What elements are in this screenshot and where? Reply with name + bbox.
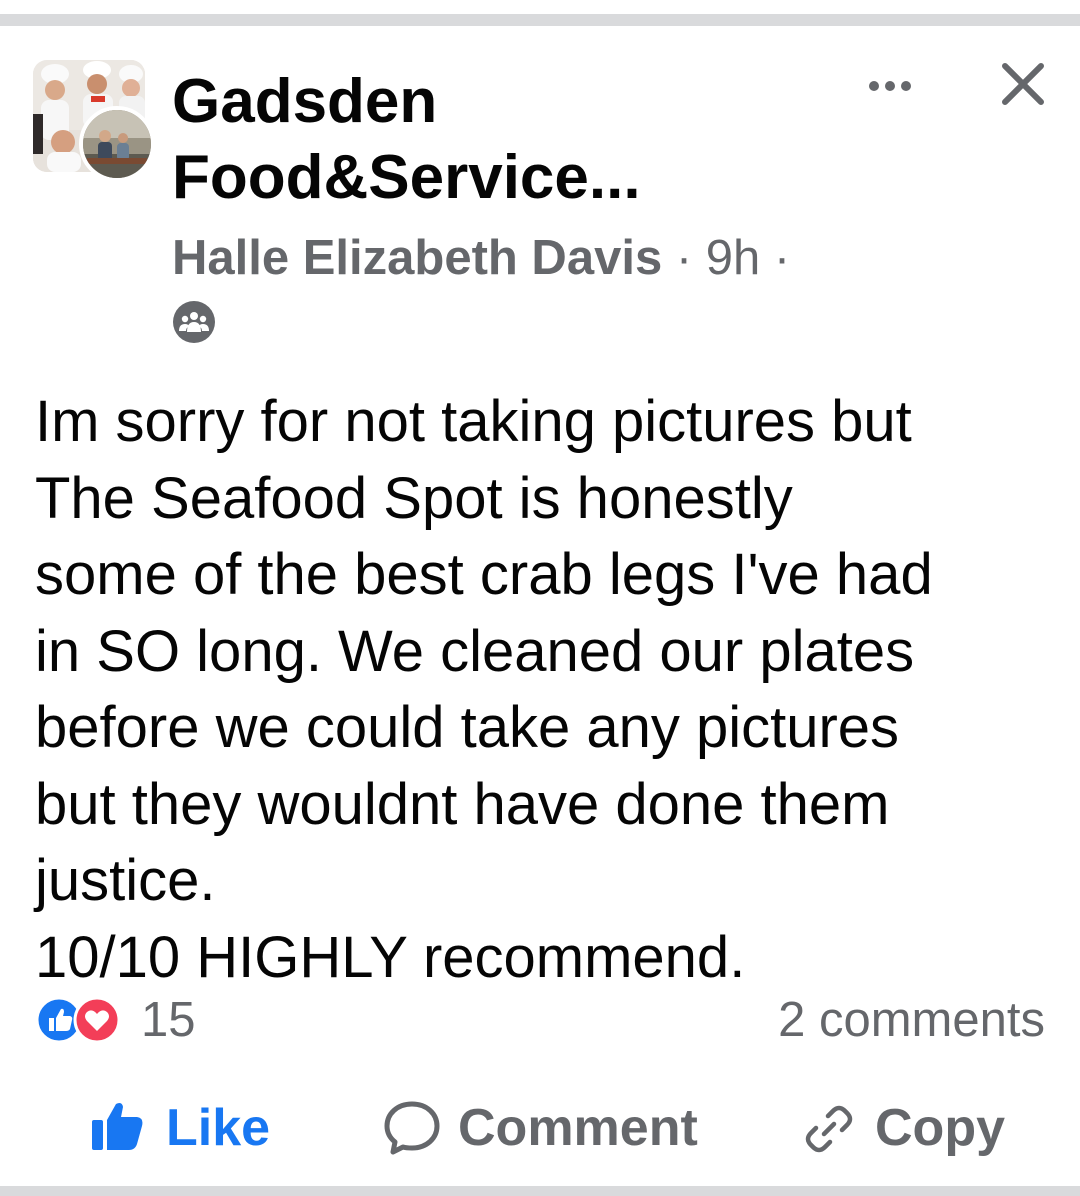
author-avatar-image [83,110,151,178]
link-icon [805,1105,853,1153]
reaction-count: 15 [141,993,196,1047]
more-horizontal-icon [869,81,911,91]
post-text: Im sorry for not taking pictures but The… [35,389,933,990]
more-options-button[interactable] [862,66,918,106]
avatar[interactable] [33,60,155,182]
top-divider [0,14,1080,26]
like-label: Like [166,1099,271,1157]
comment-label: Comment [458,1099,698,1157]
group-name[interactable]: Gadsden Food&Service... [172,64,732,216]
close-icon [1002,63,1044,105]
meta-separator: · [662,231,706,285]
close-button[interactable] [995,56,1051,112]
like-button[interactable]: Like [90,1096,280,1160]
post-time[interactable]: 9h [706,231,761,285]
author-name[interactable]: Halle Elizabeth Davis [172,231,662,285]
meta-separator-trailing: · [760,231,791,285]
comment-button[interactable]: Comment [380,1096,710,1160]
post-meta: Halle Elizabeth Davis · 9h · [172,228,790,288]
group-members-icon[interactable] [172,300,216,344]
copy-label: Copy [875,1099,1005,1157]
love-reaction-icon [73,996,121,1044]
author-avatar[interactable] [79,106,155,182]
comment-icon [384,1101,440,1155]
copy-link-button[interactable]: Copy [800,1096,1010,1160]
thumbs-up-icon [92,1103,143,1150]
bottom-divider [0,1186,1080,1196]
comments-count[interactable]: 2 comments [778,992,1045,1048]
